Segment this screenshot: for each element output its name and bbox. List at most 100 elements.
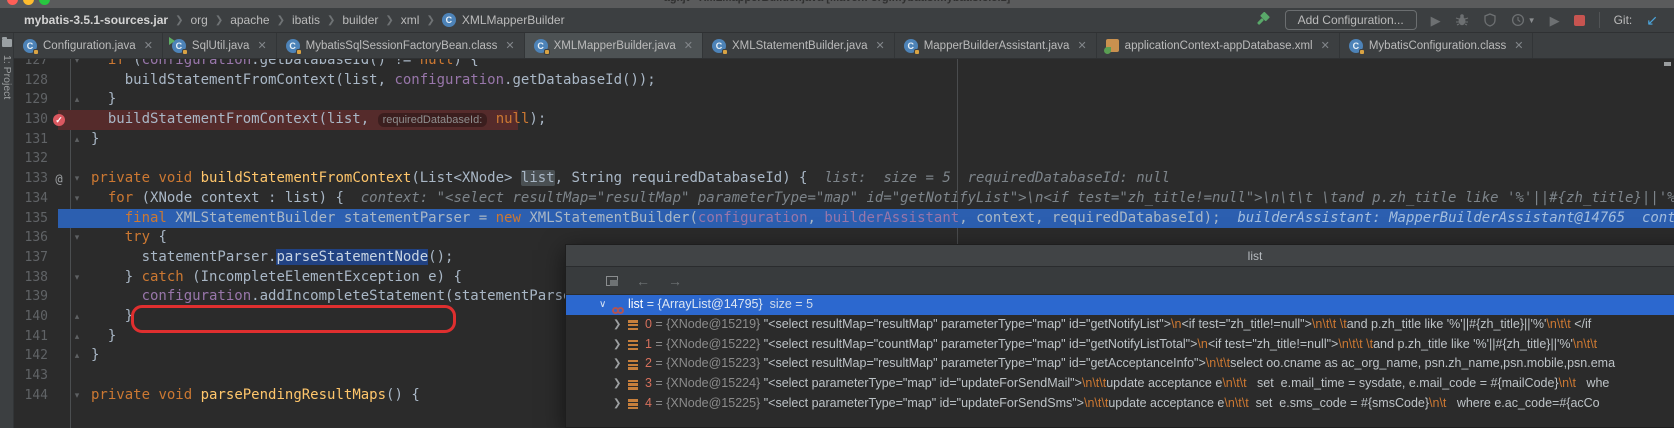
fold-marker-icon[interactable]: ▴ [70,130,84,150]
chevron-collapsed-icon[interactable]: ❯ [613,335,621,355]
tab-xmlmapperbuilder-java[interactable]: CXMLMapperBuilder.java✕ [525,33,703,58]
chevron-collapsed-icon[interactable]: ❯ [613,374,621,394]
fold-marker-icon[interactable]: ▴ [70,90,84,110]
variable-row-2[interactable]: ❯2 = {XNode@15223} "<select resultMap="r… [566,354,1674,374]
variable-row-0[interactable]: ❯0 = {XNode@15219} "<select resultMap="r… [566,315,1674,335]
code-line-132[interactable]: 132 [14,149,1674,169]
chevron-collapsed-icon[interactable]: ❯ [613,315,621,335]
code-line-135[interactable]: 135 final XMLStatementBuilder statementP… [14,209,1674,229]
code-segment: (XNode context : list) { [133,190,361,206]
code-segment: .addIncompleteStatement(statementParser)… [251,288,597,304]
chevron-collapsed-icon[interactable]: ❯ [613,354,621,374]
back-arrow-icon[interactable]: ← [636,274,650,288]
code-segment: final [125,210,167,226]
variable-row-root[interactable]: ∨list = {ArrayList@14795} size = 5 [566,295,1674,315]
coverage-shield-icon[interactable] [1483,13,1497,27]
fold-marker-icon[interactable]: ▾ [70,169,84,189]
variable-row-3[interactable]: ❯ 3 = {XNode@15224} "<select parameterTyp… [566,374,1674,394]
code-segment: configuration [698,210,808,226]
readonly-lock-icon [722,49,728,55]
close-icon[interactable]: ✕ [257,39,266,52]
tab-mapperbuilderassistant-java[interactable]: CMapperBuilderAssistant.java✕ [895,33,1097,58]
close-icon[interactable]: ✕ [505,39,514,52]
project-tool-button[interactable]: 1: Project [1,55,13,99]
close-icon[interactable]: ✕ [1321,39,1330,52]
git-update-arrow-icon[interactable]: ↙ [1646,12,1658,29]
profiler-button[interactable]: ▼ [1511,13,1536,27]
code-line-127[interactable]: 127▾ if (configuration.getDatabaseId() !… [14,59,1674,71]
code-line-134[interactable]: 134▾ for (XNode context : list) { contex… [14,189,1674,209]
tab-configuration-java[interactable]: CConfiguration.java✕ [14,33,163,58]
readonly-lock-icon [182,49,188,55]
profiler-clock-icon [1511,13,1525,27]
stop-button[interactable] [1574,15,1585,26]
breakpoint-icon[interactable]: ✓ [53,114,65,126]
variable-row-1[interactable]: ❯1 = {XNode@15222} "<select resultMap="c… [566,335,1674,355]
breadcrumb-item[interactable]: xml [401,13,420,27]
code-segment [91,190,108,206]
code-segment: XMLStatementBuilder( [521,210,698,226]
fold-marker-icon[interactable]: ▾ [70,268,84,288]
code-segment: (List<XNode> [411,170,521,186]
code-text: } [91,346,99,366]
breadcrumb-item[interactable]: org [190,13,207,27]
breadcrumb-item[interactable]: XMLMapperBuilder [462,13,565,27]
popup-title[interactable]: list [566,245,1674,267]
code-line-129[interactable]: 129▴ } [14,90,1674,110]
chevron-collapsed-icon[interactable]: ❯ [613,394,621,414]
tab-xmlstatementbuilder-java[interactable]: CXMLStatementBuilder.java✕ [703,33,895,58]
tab-sqlutil-java[interactable]: CSqlUtil.java✕ [163,33,277,58]
close-icon[interactable]: ✕ [1077,39,1086,52]
line-number: 142 [14,346,48,366]
breadcrumb-item[interactable]: builder [342,13,378,27]
code-line-131[interactable]: 131▴} [14,130,1674,150]
value-text: and p.zh_title like '%'||#{zh_title}||'%… [1373,337,1573,351]
fold-marker-icon[interactable]: ▾ [70,59,84,71]
close-icon[interactable]: ✕ [144,39,153,52]
code-text: private void parsePendingResultMaps() { [91,386,420,406]
variable-row-4[interactable]: ❯4 = {XNode@15225} "<select parameterTyp… [566,394,1674,414]
fold-marker-icon[interactable]: ▴ [70,346,84,366]
object-ref: {XNode@15219} [666,317,764,331]
tab-mybatisconfiguration-class[interactable]: CMybatisConfiguration.class✕ [1340,33,1534,58]
close-icon[interactable]: ✕ [875,39,884,52]
item-text: 3 = {XNode@15224} "<select parameterType… [645,374,1609,394]
fold-marker-icon[interactable]: ▾ [70,386,84,406]
breadcrumb-item[interactable]: apache [230,13,269,27]
close-icon[interactable]: ✕ [1514,39,1523,52]
tab-mybatissqlsessionfactorybean-class[interactable]: CMybatisSqlSessionFactoryBean.class✕ [277,33,525,58]
escape-sequence: \n\t\t [1546,317,1570,331]
line-number: 130 [14,110,48,130]
code-line-130[interactable]: 130✓ buildStatementFromContext(list, req… [14,110,1674,130]
array-element-icon [628,339,638,352]
code-line-133[interactable]: 133@▾private void buildStatementFromCont… [14,169,1674,189]
frames-icon[interactable] [606,276,618,286]
debug-bug-icon[interactable] [1455,13,1469,27]
chevron-expanded-icon[interactable]: ∨ [599,295,606,315]
value-text: whe [1576,376,1609,390]
attach-run-icon[interactable]: ▶ [1550,14,1560,27]
fold-marker-icon[interactable]: ▴ [70,327,84,347]
java-class-icon: C [904,39,918,53]
close-icon[interactable]: ✕ [684,39,693,52]
code-segment: private [91,170,150,186]
watch-icon [612,301,624,315]
breadcrumb-item[interactable]: ibatis [292,13,320,27]
breadcrumb-item[interactable]: mybatis-3.5.1-sources.jar [24,13,168,27]
add-configuration-button[interactable]: Add Configuration... [1285,10,1417,30]
tab-applicationcontext-appdatabase-xml[interactable]: applicationContext-appDatabase.xml✕ [1097,33,1340,58]
code-line-128[interactable]: 128 buildStatementFromContext(list, conf… [14,71,1674,91]
code-segment: (IncompleteElementException e) { [184,269,462,285]
readonly-lock-icon [544,49,550,55]
code-segment [91,59,108,68]
fold-marker-icon[interactable]: ▾ [70,228,84,248]
fold-marker-icon[interactable]: ▾ [70,189,84,209]
run-icon[interactable]: ▶ [1431,14,1441,27]
fold-marker-icon[interactable]: ▴ [70,307,84,327]
element-index: 0 [645,317,652,331]
code-segment: buildStatementFromContext(list, [91,72,394,88]
build-hammer-icon[interactable] [1255,12,1271,28]
code-text: } [91,130,99,150]
breadcrumb: mybatis-3.5.1-sources.jar❯org❯apache❯iba… [0,13,565,27]
forward-arrow-icon[interactable]: → [668,274,682,288]
